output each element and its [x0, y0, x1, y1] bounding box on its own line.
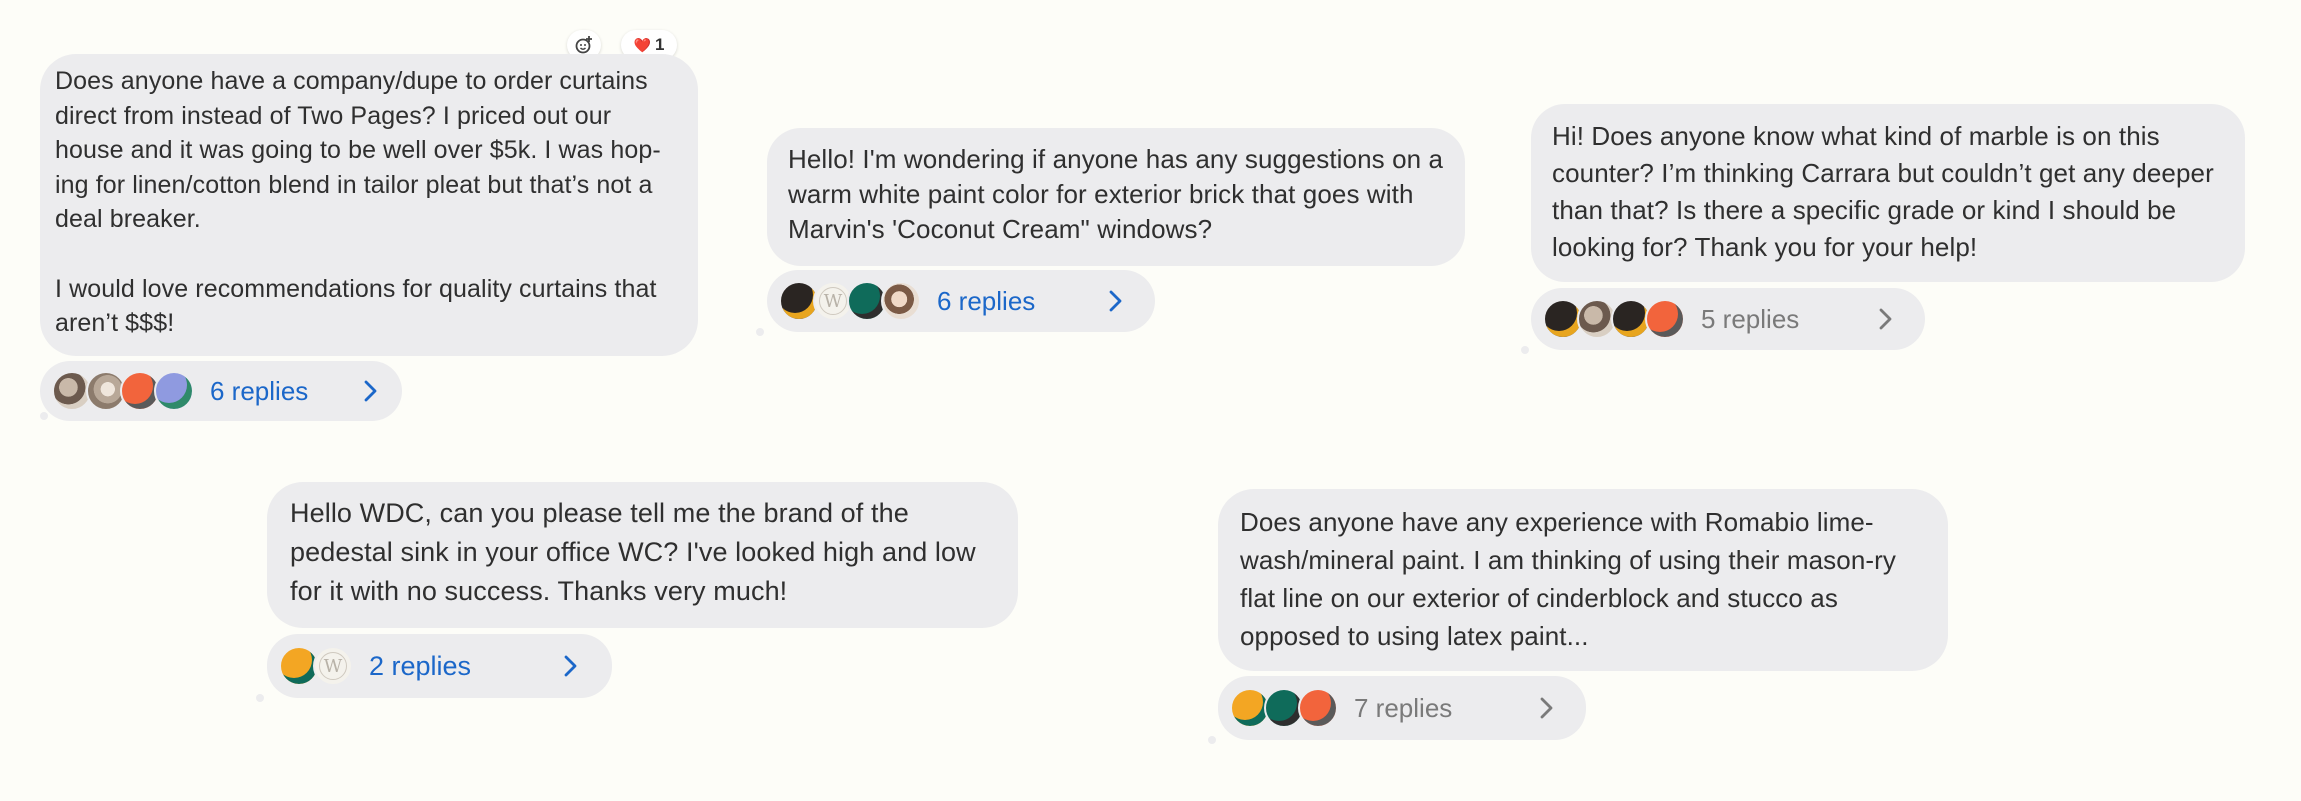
heart-count: 1 — [654, 35, 665, 54]
message-text: Does anyone have a company/dupe to order… — [55, 67, 661, 233]
avatar — [154, 371, 194, 411]
message-text: Does anyone have any experience with Rom… — [1240, 507, 1896, 651]
reply-count: 2 replies — [369, 650, 472, 681]
message-bubble[interactable]: Hello WDC, can you please tell me the br… — [267, 482, 1018, 628]
reply-count: 6 replies — [210, 375, 309, 406]
replies-button[interactable]: 6 replies — [40, 361, 402, 421]
avatar-logo-letter: W — [323, 655, 343, 677]
chevron-right-icon — [564, 655, 577, 677]
message-bubble[interactable]: Hi! Does anyone know what kind of marble… — [1531, 104, 2245, 282]
chevron-right-icon — [364, 380, 377, 402]
message-text: Hello WDC, can you please tell me the br… — [290, 498, 976, 606]
reply-avatars: W — [779, 281, 921, 321]
bubble-tail — [1208, 736, 1216, 744]
reply-avatars: W — [279, 646, 353, 686]
message-text: Hello! I'm wondering if anyone has any s… — [788, 144, 1444, 244]
bubble-tail — [40, 412, 48, 420]
message-bubble[interactable]: Does anyone have a company/dupe to order… — [40, 54, 698, 356]
bubble-tail — [1521, 346, 1529, 354]
reply-avatars — [1543, 299, 1685, 339]
message-text: I would love recommendations for quality… — [55, 274, 657, 338]
bubble-tail — [256, 694, 264, 702]
message-text: Hi! Does anyone know what kind of marble… — [1552, 121, 2214, 262]
replies-button[interactable]: 7 replies — [1218, 676, 1586, 740]
reply-count: 5 replies — [1701, 303, 1800, 334]
chevron-right-icon — [1109, 290, 1122, 312]
avatar: W — [313, 646, 353, 686]
avatar-logo-letter: W — [823, 290, 843, 312]
heart-emoji: ❤️ — [633, 36, 651, 53]
avatar — [881, 281, 921, 321]
replies-button[interactable]: W 2 replies — [267, 634, 612, 698]
replies-button[interactable]: W 6 replies — [767, 270, 1155, 332]
avatar — [1645, 299, 1685, 339]
chevron-right-icon — [1540, 697, 1553, 719]
chevron-right-icon — [1879, 308, 1892, 330]
reply-avatars — [52, 371, 194, 411]
reply-count: 7 replies — [1354, 692, 1453, 723]
message-bubble[interactable]: Does anyone have any experience with Rom… — [1218, 489, 1948, 671]
bubble-tail — [756, 328, 764, 336]
reply-avatars — [1230, 688, 1338, 728]
replies-button[interactable]: 5 replies — [1531, 288, 1925, 350]
message-bubble[interactable]: Hello! I'm wondering if anyone has any s… — [767, 128, 1465, 266]
avatar — [1298, 688, 1338, 728]
reply-count: 6 replies — [937, 285, 1036, 316]
add-reaction-icon — [575, 36, 592, 54]
